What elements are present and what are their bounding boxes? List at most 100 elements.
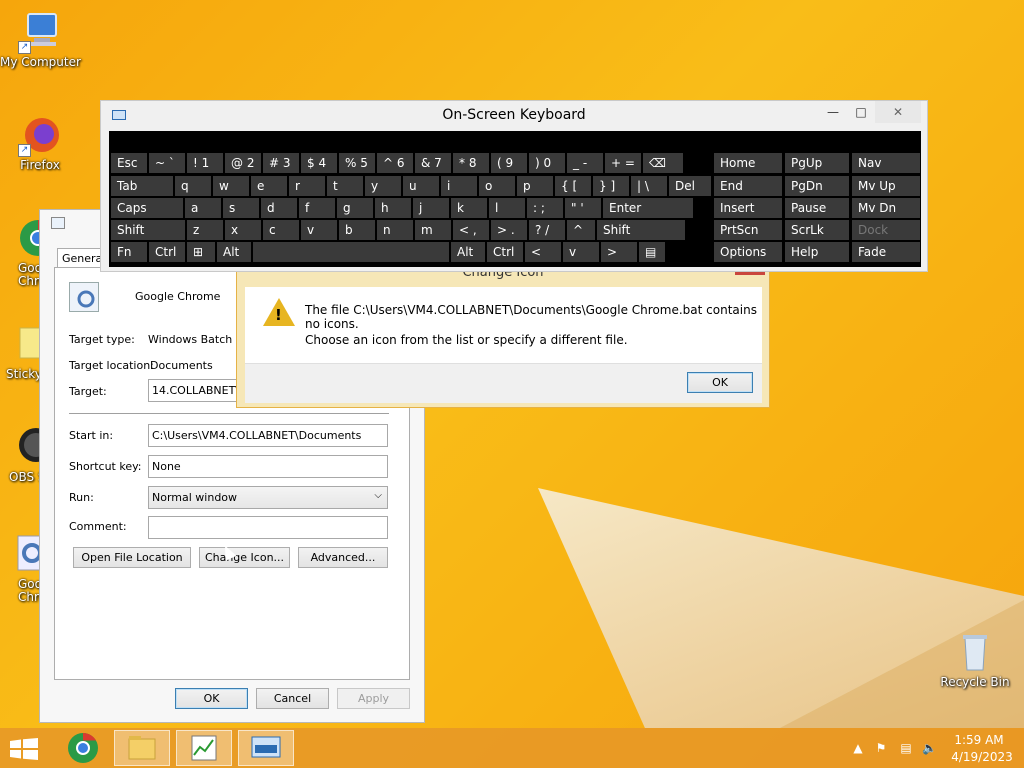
osk-key[interactable]: } ] <box>593 176 629 196</box>
taskbar-chrome[interactable] <box>55 730 111 766</box>
osk-key[interactable]: Tab <box>111 176 173 196</box>
osk-key[interactable]: Del <box>669 176 711 196</box>
osk-key[interactable]: ^ <box>567 220 595 240</box>
osk-key[interactable] <box>253 242 449 262</box>
taskbar-on-screen-keyboard[interactable] <box>238 730 294 766</box>
osk-side-key[interactable]: PgUp <box>785 153 849 173</box>
osk-side-key[interactable]: PrtScn <box>714 220 782 240</box>
osk-key[interactable]: Enter <box>603 198 693 218</box>
osk-key[interactable]: Shift <box>111 220 185 240</box>
close-button[interactable]: ✕ <box>875 101 921 123</box>
osk-side-key[interactable]: Home <box>714 153 782 173</box>
osk-side-key[interactable]: Insert <box>714 198 782 218</box>
osk-key[interactable]: Ctrl <box>149 242 185 262</box>
osk-key[interactable]: $ 4 <box>301 153 337 173</box>
osk-key[interactable]: m <box>415 220 451 240</box>
osk-key[interactable]: & 7 <box>415 153 451 173</box>
apply-button[interactable]: Apply <box>337 688 410 709</box>
osk-key[interactable]: t <box>327 176 363 196</box>
osk-key[interactable]: * 8 <box>453 153 489 173</box>
osk-key[interactable]: h <box>375 198 411 218</box>
osk-key[interactable]: p <box>517 176 553 196</box>
taskbar-task-manager[interactable] <box>176 730 232 766</box>
osk-key[interactable]: _ - <box>567 153 603 173</box>
osk-key[interactable]: k <box>451 198 487 218</box>
osk-side-key[interactable]: Fade <box>852 242 920 262</box>
osk-key[interactable]: Caps <box>111 198 183 218</box>
osk-key[interactable]: < , <box>453 220 489 240</box>
osk-key[interactable]: % 5 <box>339 153 375 173</box>
start-button[interactable] <box>10 738 38 760</box>
network-icon[interactable]: ▤ <box>899 741 913 755</box>
desktop-icon-firefox[interactable]: ↗ Firefox <box>0 113 80 172</box>
osk-key[interactable]: # 3 <box>263 153 299 173</box>
osk-key[interactable]: ) 0 <box>529 153 565 173</box>
osk-side-key[interactable]: End <box>714 176 782 196</box>
osk-key[interactable]: ^ 6 <box>377 153 413 173</box>
flag-icon[interactable]: ⚑ <box>874 741 888 755</box>
osk-key[interactable]: y <box>365 176 401 196</box>
osk-key[interactable]: ▤ <box>639 242 665 262</box>
cancel-button[interactable]: Cancel <box>256 688 329 709</box>
osk-key[interactable]: o <box>479 176 515 196</box>
osk-side-key[interactable]: Mv Up <box>852 176 920 196</box>
desktop-icon-my-computer[interactable]: ↗ My Computer <box>0 10 81 69</box>
start-in-field[interactable]: C:\Users\VM4.COLLABNET\Documents <box>148 424 388 447</box>
osk-key[interactable]: Fn <box>111 242 147 262</box>
osk-key[interactable]: Esc <box>111 153 147 173</box>
osk-key[interactable]: a <box>185 198 221 218</box>
osk-key[interactable]: x <box>225 220 261 240</box>
osk-key[interactable]: > <box>601 242 637 262</box>
osk-key[interactable]: ( 9 <box>491 153 527 173</box>
osk-side-key[interactable]: Nav <box>852 153 920 173</box>
osk-key[interactable]: ⌫ <box>643 153 683 173</box>
osk-key[interactable]: { [ <box>555 176 591 196</box>
dialog-ok-button[interactable]: OK <box>687 372 753 393</box>
osk-key[interactable]: ? / <box>529 220 565 240</box>
clock-time[interactable]: 1:59 AM <box>944 733 1014 747</box>
osk-side-key[interactable]: PgDn <box>785 176 849 196</box>
osk-key[interactable]: z <box>187 220 223 240</box>
osk-key[interactable]: ⊞ <box>187 242 215 262</box>
osk-key[interactable]: c <box>263 220 299 240</box>
osk-key[interactable]: u <box>403 176 439 196</box>
taskbar-file-explorer[interactable] <box>114 730 170 766</box>
osk-key[interactable]: > . <box>491 220 527 240</box>
osk-side-key[interactable]: ScrLk <box>785 220 849 240</box>
desktop-icon-recycle-bin[interactable]: Recycle Bin <box>935 630 1015 689</box>
osk-side-key[interactable]: Options <box>714 242 782 262</box>
maximize-button[interactable]: □ <box>847 101 875 123</box>
osk-key[interactable]: n <box>377 220 413 240</box>
volume-icon[interactable]: 🔈 <box>922 741 937 755</box>
osk-key[interactable]: v <box>563 242 599 262</box>
osk-key[interactable]: e <box>251 176 287 196</box>
osk-key[interactable]: : ; <box>527 198 563 218</box>
osk-side-key[interactable]: Help <box>785 242 849 262</box>
osk-key[interactable]: Alt <box>451 242 485 262</box>
run-select[interactable]: Normal window ⌵ <box>148 486 388 509</box>
osk-key[interactable]: ~ ` <box>149 153 185 173</box>
osk-key[interactable]: l <box>489 198 525 218</box>
osk-key[interactable]: " ' <box>565 198 601 218</box>
osk-side-key[interactable]: Mv Dn <box>852 198 920 218</box>
open-file-location-button[interactable]: Open File Location <box>73 547 191 568</box>
osk-key[interactable]: f <box>299 198 335 218</box>
osk-key[interactable]: d <box>261 198 297 218</box>
osk-key[interactable]: < <box>525 242 561 262</box>
shortcut-key-field[interactable]: None <box>148 455 388 478</box>
osk-key[interactable]: Shift <box>597 220 685 240</box>
osk-key[interactable]: Alt <box>217 242 251 262</box>
osk-key[interactable]: r <box>289 176 325 196</box>
osk-key[interactable]: ! 1 <box>187 153 223 173</box>
minimize-button[interactable]: — <box>819 101 847 123</box>
osk-key[interactable]: + = <box>605 153 641 173</box>
osk-key[interactable]: j <box>413 198 449 218</box>
osk-key[interactable]: b <box>339 220 375 240</box>
osk-key[interactable]: i <box>441 176 477 196</box>
osk-side-key[interactable]: Pause <box>785 198 849 218</box>
advanced-button[interactable]: Advanced... <box>298 547 388 568</box>
osk-side-key[interactable]: Dock <box>852 220 920 240</box>
osk-key[interactable]: Ctrl <box>487 242 523 262</box>
osk-key[interactable]: @ 2 <box>225 153 261 173</box>
clock-date[interactable]: 4/19/2023 <box>947 750 1017 764</box>
